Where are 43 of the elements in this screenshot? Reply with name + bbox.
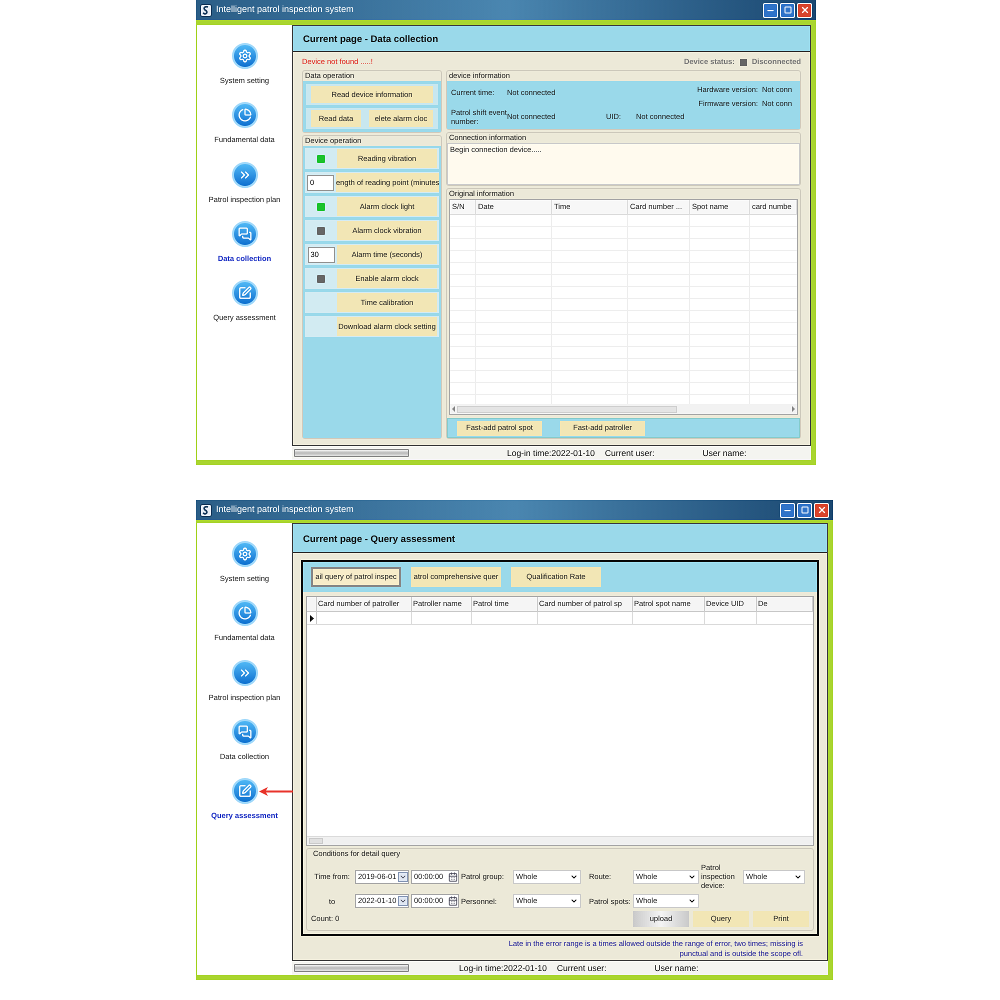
chat-bubbles-icon[interactable] bbox=[232, 718, 258, 745]
caret-icon bbox=[570, 872, 578, 880]
login-time: Log-in time:2022-01-10 bbox=[507, 446, 595, 460]
close-icon bbox=[816, 505, 826, 515]
page-title: Current page - Data collection bbox=[303, 32, 438, 47]
calendar-icon[interactable] bbox=[448, 872, 458, 882]
minimize-button[interactable] bbox=[763, 2, 778, 18]
pie-chart-icon[interactable] bbox=[232, 102, 258, 128]
horizontal-scrollbar[interactable] bbox=[307, 836, 813, 845]
pen-square-icon[interactable] bbox=[232, 778, 258, 804]
gear-icon[interactable] bbox=[232, 43, 258, 69]
chat-bubbles-icon[interactable] bbox=[232, 220, 258, 247]
row-pointer-icon bbox=[310, 614, 314, 622]
pen-square-icon[interactable] bbox=[232, 280, 258, 306]
calendar-icon[interactable] bbox=[448, 896, 458, 906]
page-title: Current page - Query assessment bbox=[303, 532, 456, 547]
app-logo-icon bbox=[200, 4, 212, 16]
pie-chart-icon[interactable] bbox=[232, 600, 258, 626]
maximize-icon bbox=[784, 6, 792, 14]
gear-icon[interactable] bbox=[232, 541, 258, 567]
minimize-button[interactable] bbox=[780, 502, 795, 518]
caret-icon bbox=[688, 872, 696, 880]
maximize-button[interactable] bbox=[780, 2, 795, 18]
window-title: Intelligent patrol inspection system bbox=[216, 3, 354, 16]
pointer-arrow bbox=[259, 787, 293, 796]
login-time: Log-in time:2022-01-10 bbox=[459, 962, 547, 974]
close-button[interactable] bbox=[797, 2, 812, 18]
app-logo-icon bbox=[200, 504, 212, 516]
caret-icon bbox=[570, 897, 578, 905]
horizontal-scrollbar[interactable] bbox=[450, 404, 797, 414]
caret-icon bbox=[688, 897, 696, 905]
maximize-icon bbox=[800, 506, 808, 514]
caret-icon bbox=[794, 872, 802, 880]
user-name-label: User name: bbox=[654, 962, 698, 974]
maximize-button[interactable] bbox=[797, 502, 812, 518]
current-user-label: Current user: bbox=[604, 446, 654, 460]
close-icon bbox=[800, 5, 810, 15]
current-user-label: Current user: bbox=[556, 962, 606, 974]
close-button[interactable] bbox=[814, 502, 829, 518]
window-title: Intelligent patrol inspection system bbox=[216, 503, 354, 516]
double-chevron-icon[interactable] bbox=[232, 162, 258, 188]
double-chevron-icon[interactable] bbox=[232, 660, 258, 686]
user-name-label: User name: bbox=[702, 446, 746, 460]
